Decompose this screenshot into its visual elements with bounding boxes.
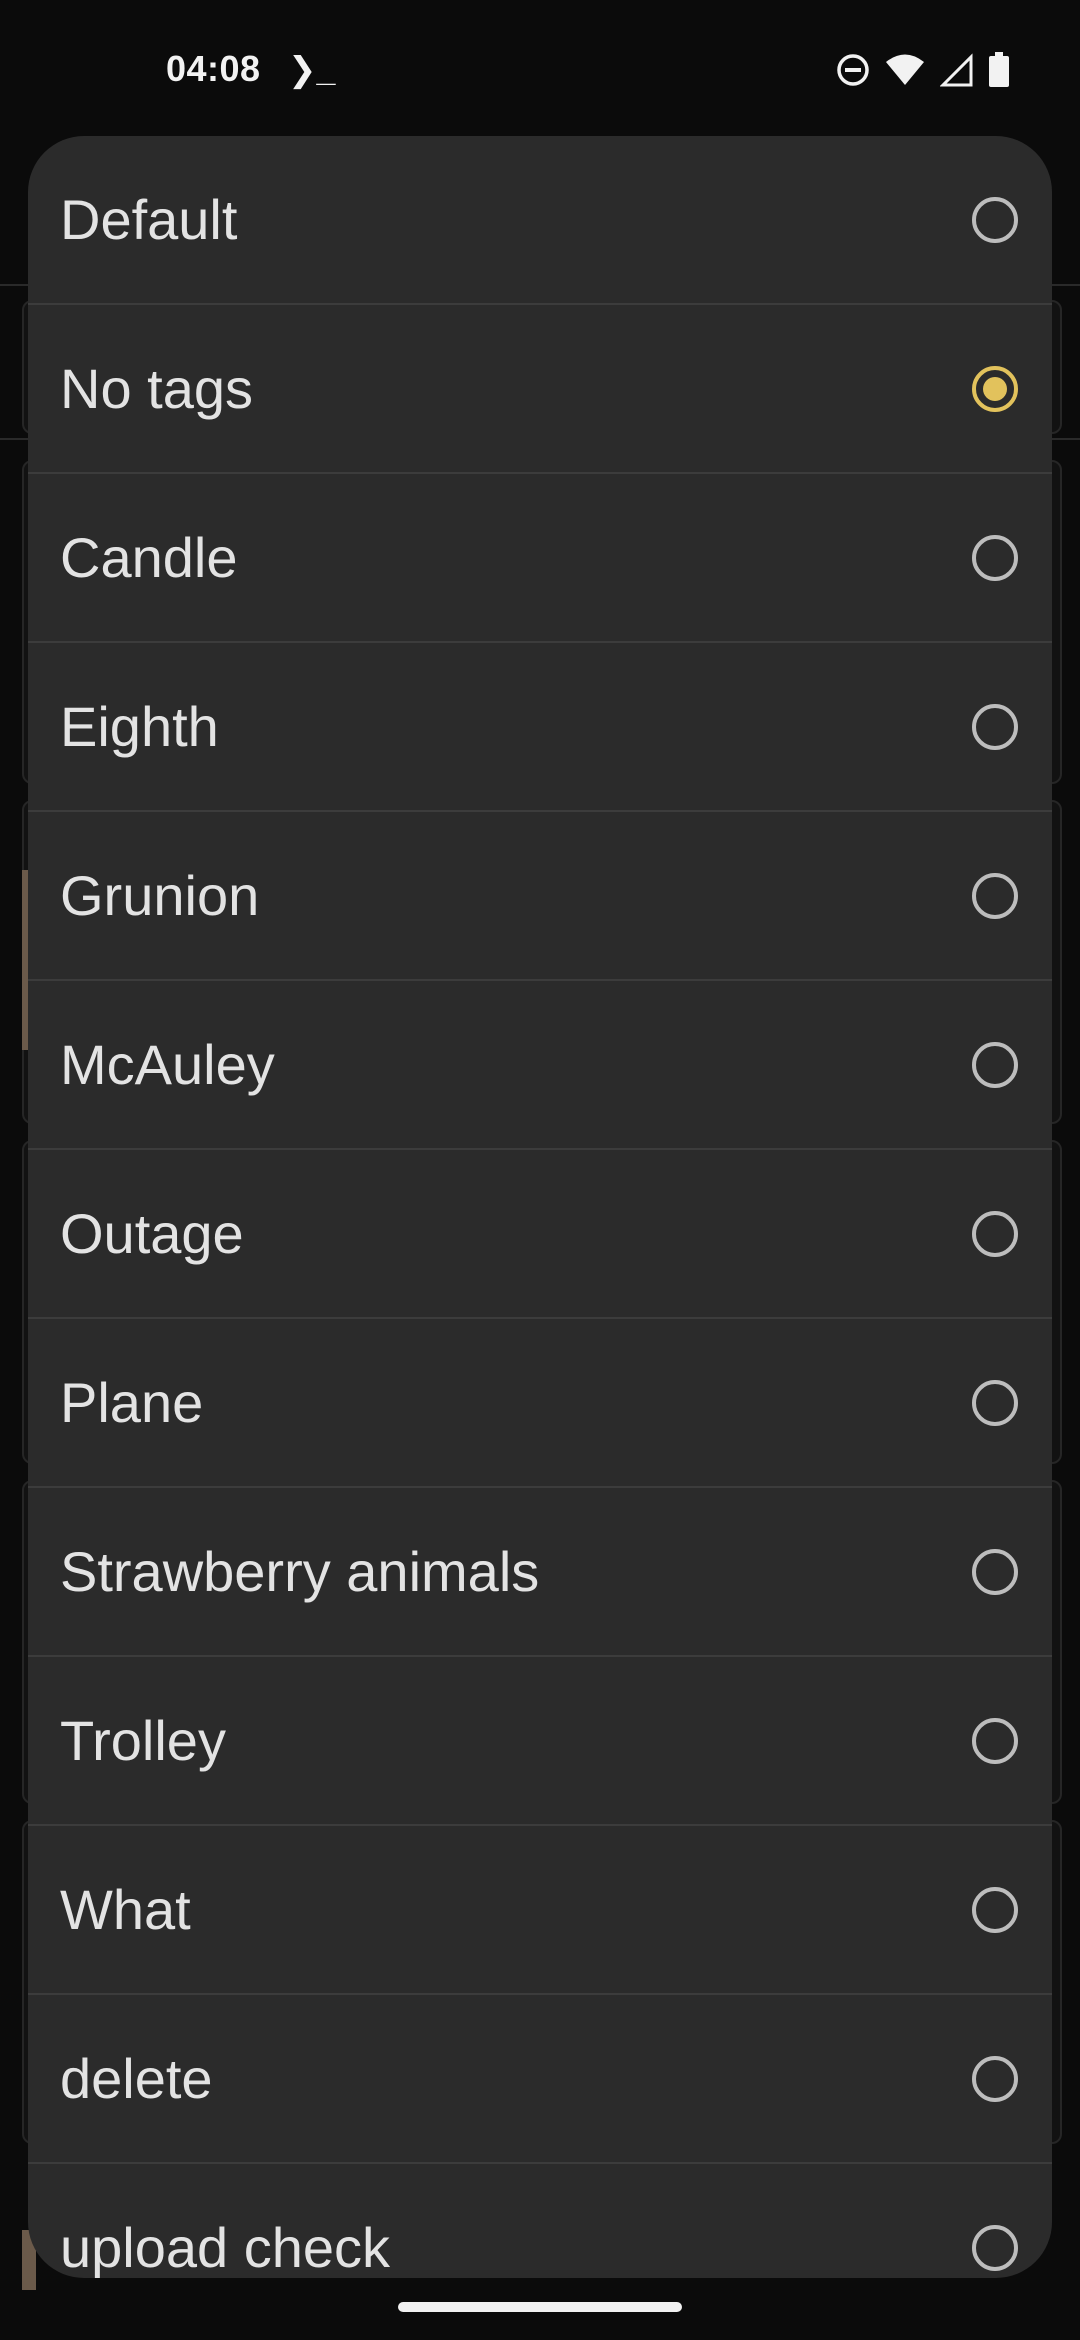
status-time: 04:08 [166, 48, 261, 89]
option-label: No tags [60, 357, 253, 420]
radio-unchecked-icon[interactable] [972, 196, 1018, 243]
radio-unchecked-icon[interactable] [972, 1886, 1018, 1933]
status-bar: 04:08 ❯_ [0, 0, 1080, 140]
option-label: Candle [60, 526, 238, 589]
option-label: upload check [60, 2216, 391, 2278]
radio-unchecked-icon[interactable] [972, 2224, 1018, 2271]
option-label: McAuley [60, 1033, 275, 1096]
option-row[interactable]: No tags [28, 305, 1052, 474]
radio-unchecked-icon[interactable] [972, 534, 1018, 581]
navigation-handle[interactable] [398, 2302, 682, 2312]
option-label: Grunion [60, 864, 260, 927]
option-row[interactable]: Outage [28, 1150, 1052, 1319]
battery-icon [989, 52, 1009, 87]
option-label: Plane [60, 1371, 204, 1434]
option-row[interactable]: McAuley [28, 981, 1052, 1150]
option-row[interactable]: Default [28, 136, 1052, 305]
option-list: Default No tags Candle Eighth Grunion McAuley… [28, 136, 1052, 2278]
option-label: Trolley [60, 1709, 226, 1772]
radio-unchecked-icon[interactable] [972, 872, 1018, 919]
option-row[interactable]: Plane [28, 1319, 1052, 1488]
option-label: Outage [60, 1202, 244, 1265]
status-icons [836, 52, 1010, 88]
option-label: Strawberry animals [60, 1540, 540, 1603]
signal-icon [940, 53, 973, 87]
option-row[interactable]: Eighth [28, 643, 1052, 812]
do-not-disturb-icon [837, 54, 869, 86]
radio-checked-icon[interactable] [972, 365, 1018, 412]
radio-unchecked-icon[interactable] [972, 1717, 1018, 1764]
option-label: Default [60, 188, 238, 251]
option-row[interactable]: Strawberry animals [28, 1488, 1052, 1657]
radio-unchecked-icon[interactable] [972, 703, 1018, 750]
radio-unchecked-icon[interactable] [972, 1379, 1018, 1426]
radio-unchecked-icon[interactable] [972, 1548, 1018, 1595]
option-row[interactable]: What [28, 1826, 1052, 1995]
option-label: Eighth [60, 695, 219, 758]
option-row[interactable]: Trolley [28, 1657, 1052, 1826]
radio-unchecked-icon[interactable] [972, 1210, 1018, 1257]
option-row[interactable]: Candle [28, 474, 1052, 643]
option-row[interactable]: upload check [28, 2164, 1052, 2278]
option-row[interactable]: delete [28, 1995, 1052, 2164]
terminal-icon: ❯_ [288, 51, 336, 89]
option-row[interactable]: Grunion [28, 812, 1052, 981]
wifi-icon [886, 54, 924, 85]
radio-unchecked-icon[interactable] [972, 1041, 1018, 1088]
radio-unchecked-icon[interactable] [972, 2055, 1018, 2102]
option-label: delete [60, 2047, 213, 2110]
tag-filter-dialog: Default No tags Candle Eighth Grunion McAuley… [28, 136, 1052, 2278]
option-label: What [60, 1878, 191, 1941]
